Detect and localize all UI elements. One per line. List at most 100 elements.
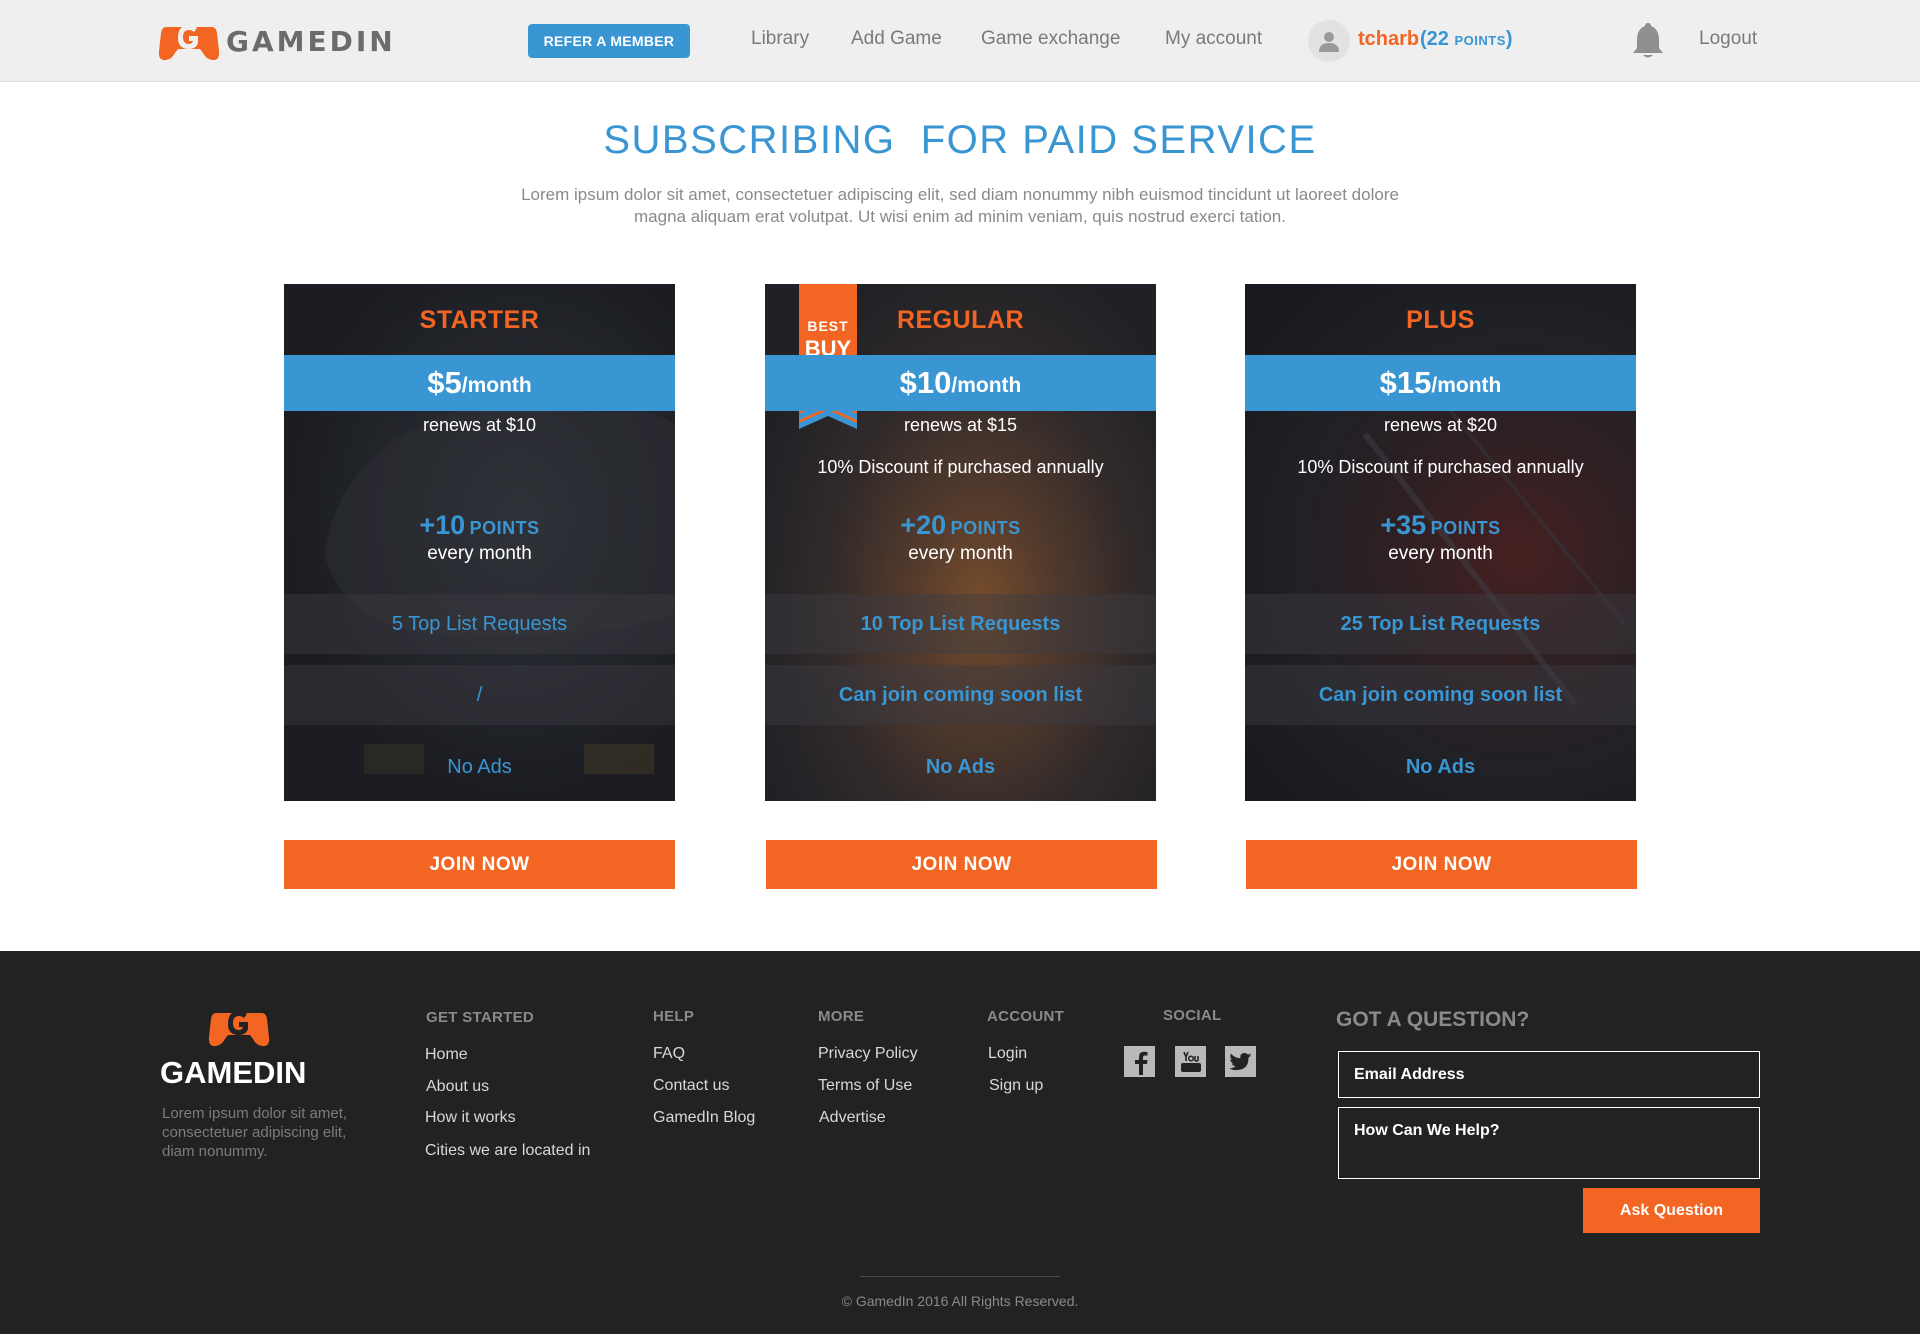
points-frequency: every month: [1388, 543, 1493, 564]
feature-top-list: 25 Top List Requests: [1245, 594, 1636, 654]
nav-game-exchange[interactable]: Game exchange: [981, 28, 1120, 50]
question-placeholder: How Can We Help?: [1354, 1122, 1500, 1139]
username[interactable]: tcharb: [1358, 28, 1419, 51]
footer-link-home[interactable]: Home: [425, 1046, 468, 1064]
feature-coming-soon: Can join coming soon list: [1245, 665, 1636, 725]
points-frequency: every month: [908, 543, 1013, 564]
points-unit: POINTS: [1454, 33, 1506, 48]
logout-link[interactable]: Logout: [1699, 28, 1757, 50]
feature-coming-soon: /: [284, 665, 675, 725]
page-description: Lorem ipsum dolor sit amet, consectetuer…: [521, 185, 1399, 226]
footer-col-more: MORE: [818, 1008, 865, 1025]
feature-top-list: 5 Top List Requests: [284, 594, 675, 654]
logo-wordmark: GAMEDIN: [226, 24, 396, 58]
price-period: /month: [951, 374, 1022, 397]
youtube-glyph: [1180, 1051, 1201, 1072]
footer-link-about-us[interactable]: About us: [426, 1078, 489, 1096]
footer-link-advertise[interactable]: Advertise: [819, 1109, 886, 1127]
footer-logo-wordmark: GAMEDIN: [160, 1055, 307, 1090]
footer-link-cities[interactable]: Cities we are located in: [425, 1142, 590, 1160]
price-period: /month: [1431, 374, 1502, 397]
points-award: +35 POINTS: [1245, 510, 1636, 541]
points-number: +20: [900, 510, 947, 540]
user-avatar-icon[interactable]: [1308, 20, 1350, 62]
points-award: +10 POINTS: [284, 510, 675, 541]
points-number: +10: [419, 510, 466, 540]
points-frequency: every month: [427, 543, 532, 564]
top-navbar: GAMEDIN REFER A MEMBER Library Add Game …: [0, 0, 1920, 82]
bell-icon[interactable]: [1630, 20, 1666, 60]
feature-no-ads: No Ads: [447, 755, 512, 778]
price-amount: $15: [1379, 365, 1432, 400]
plan-card-plus: PLUS $15/month renews at $20 10% Discoun…: [1245, 284, 1636, 801]
email-field[interactable]: Email Address: [1338, 1051, 1760, 1098]
renew-text: renews at $20: [1383, 415, 1498, 435]
footer-about-text: Lorem ipsum dolor sit amet, consectetuer…: [162, 1105, 348, 1160]
plan-name: REGULAR: [896, 306, 1025, 334]
plan-name: PLUS: [1406, 306, 1475, 334]
ask-question-button[interactable]: Ask Question: [1583, 1188, 1760, 1233]
gamepad-logo-icon: [158, 25, 220, 61]
footer-col-help: HELP: [653, 1008, 695, 1025]
question-textarea[interactable]: How Can We Help?: [1338, 1107, 1760, 1179]
feature-coming-soon: Can join coming soon list: [765, 665, 1156, 725]
points-value: (22: [1420, 28, 1455, 50]
footer-divider: [860, 1276, 1060, 1277]
feature-no-ads: No Ads: [925, 755, 996, 778]
footer: GAMEDIN Lorem ipsum dolor sit amet, cons…: [0, 951, 1920, 1334]
plan-name: STARTER: [419, 306, 540, 334]
feature-top-list: 10 Top List Requests: [765, 594, 1156, 654]
footer-col-account: ACCOUNT: [987, 1008, 1065, 1025]
price-bar: $5/month: [284, 355, 675, 411]
footer-col-get-started: GET STARTED: [426, 1009, 535, 1026]
person-icon: [1319, 32, 1339, 52]
footer-link-privacy[interactable]: Privacy Policy: [818, 1045, 918, 1063]
youtube-icon[interactable]: [1175, 1046, 1206, 1077]
plan-card-starter: STARTER $5/month renews at $10 +10 POINT…: [284, 284, 675, 801]
renew-text: renews at $15: [903, 415, 1018, 435]
footer-col-social: SOCIAL: [1163, 1007, 1222, 1024]
footer-link-blog[interactable]: GamedIn Blog: [653, 1109, 755, 1127]
points-label: POINTS: [950, 518, 1021, 538]
points-number: +35: [1380, 510, 1427, 540]
page-title: SUBSCRIBING FOR PAID SERVICE: [603, 118, 1317, 162]
points-label: POINTS: [1430, 518, 1501, 538]
gamedin-logo[interactable]: GAMEDIN: [158, 18, 396, 64]
email-placeholder: Email Address: [1354, 1066, 1465, 1083]
price-period: /month: [461, 374, 532, 397]
user-points: (22 POINTS): [1420, 28, 1513, 51]
feature-no-ads: No Ads: [1405, 755, 1476, 778]
points-close: ): [1505, 28, 1513, 50]
footer-link-login[interactable]: Login: [988, 1045, 1027, 1063]
footer-link-contact-us[interactable]: Contact us: [653, 1077, 729, 1095]
facebook-icon[interactable]: [1124, 1046, 1155, 1077]
price-amount: $10: [899, 365, 952, 400]
renew-text: renews at $10: [422, 415, 537, 435]
gamepad-logo-icon: [208, 1011, 270, 1047]
twitter-glyph: [1228, 1052, 1252, 1070]
twitter-icon[interactable]: [1225, 1046, 1256, 1077]
refer-member-button[interactable]: REFER A MEMBER: [528, 24, 690, 58]
copyright-text: © GamedIn 2016 All Rights Reserved.: [841, 1293, 1079, 1309]
nav-library[interactable]: Library: [751, 28, 809, 50]
plan-card-regular: BEST BUY REGULAR $10/month renews at $15…: [765, 284, 1156, 801]
footer-link-how-it-works[interactable]: How it works: [425, 1109, 516, 1127]
price-amount: $5: [427, 365, 462, 400]
annual-discount-text: 10% Discount if purchased annually: [1297, 457, 1584, 477]
join-now-starter-button[interactable]: JOIN NOW: [284, 840, 675, 889]
nav-my-account[interactable]: My account: [1165, 28, 1262, 50]
footer-link-terms[interactable]: Terms of Use: [818, 1077, 912, 1095]
footer-logo[interactable]: GAMEDIN: [160, 1005, 320, 1090]
points-label: POINTS: [469, 518, 540, 538]
annual-discount-text: 10% Discount if purchased annually: [817, 457, 1104, 477]
footer-link-sign-up[interactable]: Sign up: [989, 1077, 1043, 1095]
nav-add-game[interactable]: Add Game: [851, 28, 942, 50]
question-form-title: GOT A QUESTION?: [1336, 1008, 1530, 1031]
join-now-plus-button[interactable]: JOIN NOW: [1246, 840, 1637, 889]
facebook-glyph: [1134, 1051, 1147, 1075]
price-bar: $15/month: [1245, 355, 1636, 411]
footer-link-faq[interactable]: FAQ: [653, 1045, 685, 1063]
points-award: +20 POINTS: [765, 510, 1156, 541]
join-now-regular-button[interactable]: JOIN NOW: [766, 840, 1157, 889]
price-bar: $10/month: [765, 355, 1156, 411]
